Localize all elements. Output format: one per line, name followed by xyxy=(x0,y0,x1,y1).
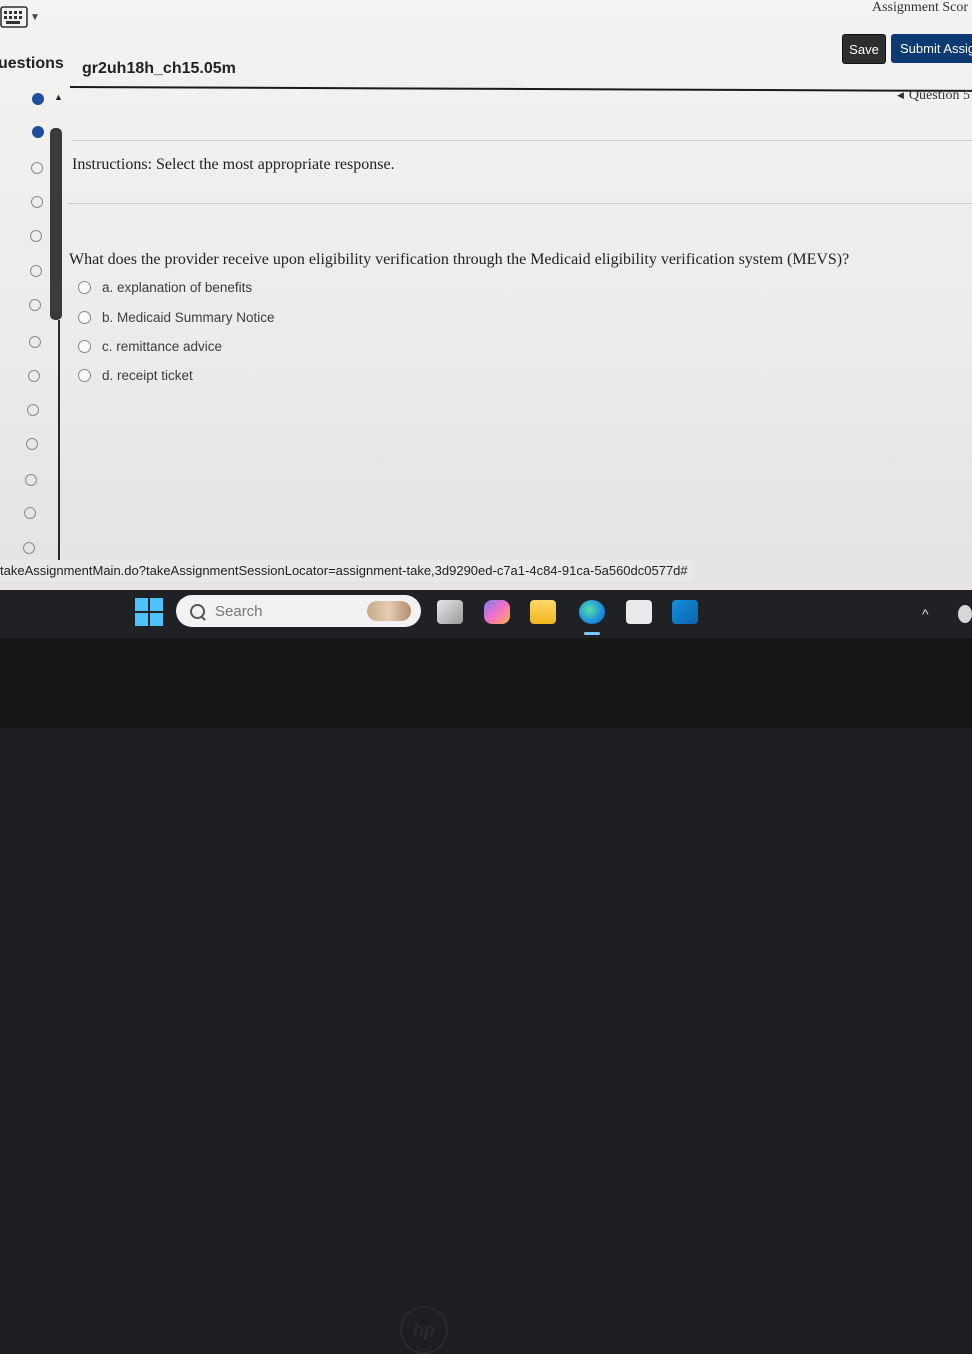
taskbar-search-box[interactable]: Search xyxy=(176,595,421,627)
question-list-scrollbar[interactable] xyxy=(50,128,62,320)
save-button[interactable]: Save xyxy=(842,34,886,64)
previous-question-link[interactable]: ◀ Question 5 xyxy=(897,88,970,104)
question-nav-dot[interactable] xyxy=(32,93,44,105)
top-bar: ▼ Assignment Scor Save Submit Assig xyxy=(0,0,972,64)
question-nav-dot[interactable] xyxy=(24,507,36,519)
questions-panel-title: uestions xyxy=(0,55,64,72)
assignment-title: gr2uh18h_ch15.05m xyxy=(82,60,236,77)
hp-logo: hp xyxy=(400,1306,448,1354)
microsoft-store-icon[interactable] xyxy=(626,600,652,624)
file-explorer-icon[interactable] xyxy=(530,600,556,624)
radio-button[interactable] xyxy=(78,311,91,324)
chevron-down-icon[interactable]: ▼ xyxy=(30,12,40,23)
answer-option-c[interactable]: c. remittance advice xyxy=(78,339,222,354)
laptop-bezel: hp xyxy=(0,638,972,1354)
triangle-left-icon: ◀ xyxy=(897,90,904,100)
active-app-indicator xyxy=(584,632,600,635)
question-nav-dot[interactable] xyxy=(32,126,44,138)
status-bar-url: takeAssignmentMain.do?takeAssignmentSess… xyxy=(0,560,692,582)
search-placeholder: Search xyxy=(215,602,263,620)
question-nav-dot[interactable] xyxy=(29,299,41,311)
scroll-up-icon[interactable]: ▲ xyxy=(54,92,63,102)
question-nav-dot[interactable] xyxy=(25,474,37,486)
search-highlight-image xyxy=(367,601,411,621)
question-nav-dot[interactable] xyxy=(23,542,35,554)
teams-icon[interactable] xyxy=(484,600,510,624)
browser-page: ▼ Assignment Scor Save Submit Assig uest… xyxy=(0,0,972,590)
question-nav-dot[interactable] xyxy=(26,438,38,450)
question-nav-dot[interactable] xyxy=(31,196,43,208)
radio-button[interactable] xyxy=(78,340,91,353)
header-divider xyxy=(69,86,972,93)
question-nav-dot[interactable] xyxy=(31,162,43,174)
radio-button[interactable] xyxy=(78,369,91,382)
question-number: Question 5 xyxy=(908,88,970,103)
edge-icon[interactable] xyxy=(579,600,605,624)
question-nav-dot[interactable] xyxy=(30,230,42,242)
instructions-text: Instructions: Select the most appropriat… xyxy=(72,156,395,173)
answer-option-d[interactable]: d. receipt ticket xyxy=(78,368,193,383)
question-nav-dot[interactable] xyxy=(29,336,41,348)
submit-assignment-button[interactable]: Submit Assig xyxy=(891,34,972,63)
copilot-icon[interactable] xyxy=(437,600,463,624)
answer-option-label: d. receipt ticket xyxy=(102,368,193,383)
answer-option-a[interactable]: a. explanation of benefits xyxy=(78,280,252,295)
system-tray-icon[interactable] xyxy=(958,605,972,623)
question-nav-dot[interactable] xyxy=(27,404,39,416)
question-nav-dot[interactable] xyxy=(28,370,40,382)
chevron-up-icon[interactable]: ^ xyxy=(922,606,929,622)
search-icon xyxy=(190,603,205,619)
assignment-score-label: Assignment Scor xyxy=(872,0,969,15)
keyboard-icon[interactable] xyxy=(0,4,30,30)
question-nav-dot[interactable] xyxy=(30,265,42,277)
radio-button[interactable] xyxy=(78,281,91,294)
answer-option-label: c. remittance advice xyxy=(102,339,223,354)
question-text: What does the provider receive upon elig… xyxy=(69,251,850,268)
answer-option-label: a. explanation of benefits xyxy=(102,280,253,295)
answer-option-b[interactable]: b. Medicaid Summary Notice xyxy=(78,310,275,325)
windows-start-icon[interactable] xyxy=(135,598,163,626)
content-divider xyxy=(72,140,972,141)
question-list-divider xyxy=(58,320,60,560)
outlook-icon[interactable] xyxy=(672,600,698,624)
answer-option-label: b. Medicaid Summary Notice xyxy=(102,310,275,325)
content-divider xyxy=(68,203,972,204)
